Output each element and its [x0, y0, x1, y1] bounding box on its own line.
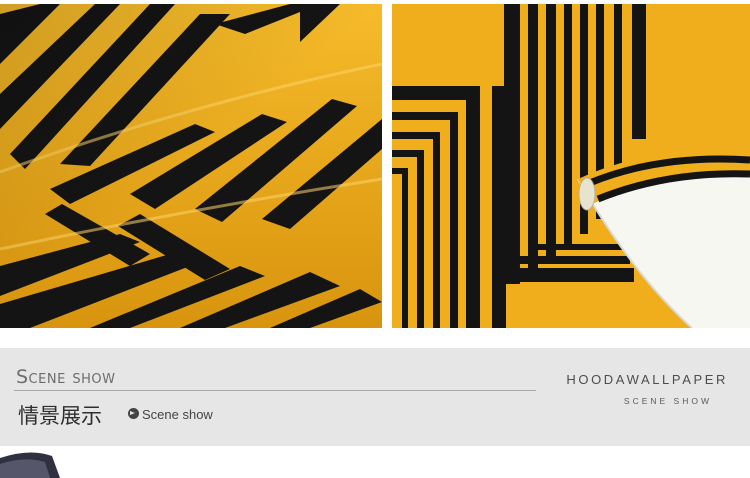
title-divider [14, 390, 536, 391]
brand-subtitle: SCENE SHOW [623, 396, 712, 406]
stripe-pattern-image [392, 4, 750, 328]
next-scene-image [0, 452, 60, 478]
scene-show-banner: Scene show 情景展示 Scene show HOODAWALLPAPE… [0, 348, 750, 446]
scene-show-title-cn: 情景展示 [18, 404, 102, 428]
next-scene-photo [0, 446, 750, 478]
chevron-pattern-image [0, 4, 382, 328]
scene-show-subtitle: Scene show [142, 407, 213, 422]
brand-name: HOODAWALLPAPER [566, 372, 728, 387]
play-chevron-icon [128, 408, 139, 419]
stripe-wallpaper-photo [392, 4, 750, 328]
scene-show-title: Scene show [16, 366, 116, 388]
chevron-wallpaper-photo [0, 4, 382, 328]
